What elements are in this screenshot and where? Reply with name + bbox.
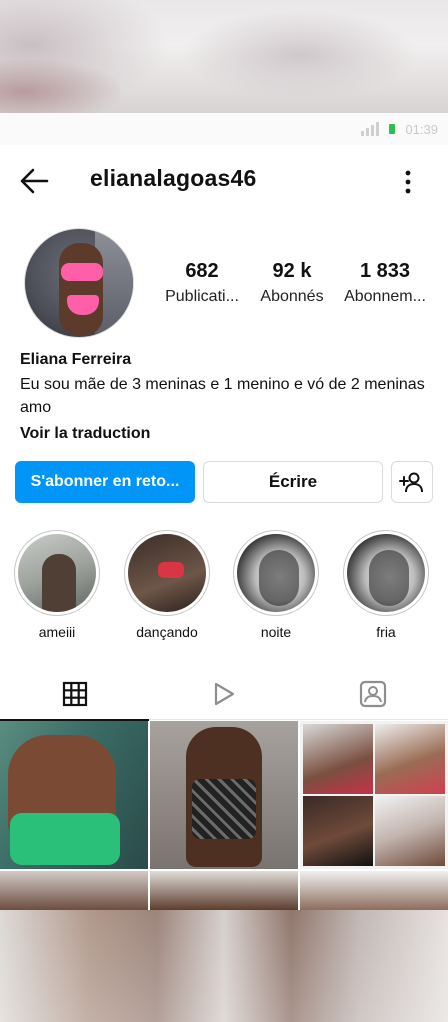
more-vertical-icon <box>405 170 411 194</box>
tab-reels[interactable] <box>149 668 298 720</box>
story-highlight[interactable]: dançando <box>124 530 210 640</box>
status-time: 01:39 <box>405 121 438 137</box>
blurred-background-top <box>0 0 448 113</box>
post-thumbnail[interactable] <box>0 721 148 869</box>
profile-full-name: Eliana Ferreira <box>20 351 132 368</box>
tab-posts-grid[interactable] <box>0 668 149 721</box>
tab-tagged[interactable] <box>298 668 447 720</box>
stat-followers[interactable]: 92 k Abonnés <box>245 258 339 306</box>
highlight-cover <box>237 534 315 612</box>
stat-label: Abonnés <box>260 288 324 305</box>
add-user-icon <box>399 472 423 493</box>
highlight-label: fria <box>376 624 396 640</box>
page-title: elianalagoas46 <box>90 165 257 191</box>
blurred-background-bottom <box>0 910 448 1022</box>
status-bar: 01:39 <box>0 113 448 145</box>
message-button[interactable]: Écrire <box>203 461 383 503</box>
profile-screen: 01:39 elianalagoas46 682 Publicati... 92… <box>0 0 448 1022</box>
highlight-cover <box>128 534 206 612</box>
highlight-cover <box>18 534 96 612</box>
story-highlight[interactable]: fria <box>343 530 429 640</box>
stat-label: Publicati... <box>165 288 239 305</box>
avatar[interactable] <box>24 228 134 338</box>
post-thumbnail[interactable] <box>150 721 298 869</box>
arrow-left-icon <box>20 168 49 194</box>
highlight-label: ameiii <box>38 624 76 640</box>
post-thumbnail[interactable] <box>0 871 148 910</box>
tagged-icon <box>359 680 386 708</box>
post-thumbnail[interactable] <box>300 871 448 910</box>
profile-bio: Eu sou mãe de 3 meninas e 1 menino e vó … <box>20 376 425 416</box>
back-button[interactable] <box>18 167 50 195</box>
profile-tabs <box>0 668 448 721</box>
suggested-users-button[interactable] <box>391 461 433 503</box>
battery-icon <box>389 124 396 134</box>
post-thumbnail[interactable] <box>300 721 448 869</box>
more-options-button[interactable] <box>396 167 420 197</box>
highlight-cover <box>347 534 425 612</box>
signal-icon <box>361 122 380 136</box>
stat-value: 682 <box>185 260 219 282</box>
story-highlight[interactable]: ameiii <box>14 530 100 640</box>
reels-icon <box>214 682 234 706</box>
follow-back-button[interactable]: S'abonner en reto... <box>15 461 195 503</box>
stat-following[interactable]: 1 833 Abonnem... <box>338 258 432 306</box>
posts-grid <box>0 721 448 910</box>
story-highlight[interactable]: noite <box>233 530 319 640</box>
highlight-label: dançando <box>136 624 198 640</box>
grid-icon <box>62 681 87 707</box>
highlight-label: noite <box>260 624 292 640</box>
profile-stats: 682 Publicati... 92 k Abonnés 1 833 Abon… <box>155 258 435 314</box>
stat-label: Abonnem... <box>344 288 426 305</box>
stat-posts[interactable]: 682 Publicati... <box>155 258 249 306</box>
post-thumbnail[interactable] <box>150 871 298 910</box>
profile-header: elianalagoas46 <box>0 145 448 217</box>
translate-link[interactable]: Voir la traduction <box>20 425 150 443</box>
stat-value: 1 833 <box>359 260 411 282</box>
stat-value: 92 k <box>272 260 312 282</box>
